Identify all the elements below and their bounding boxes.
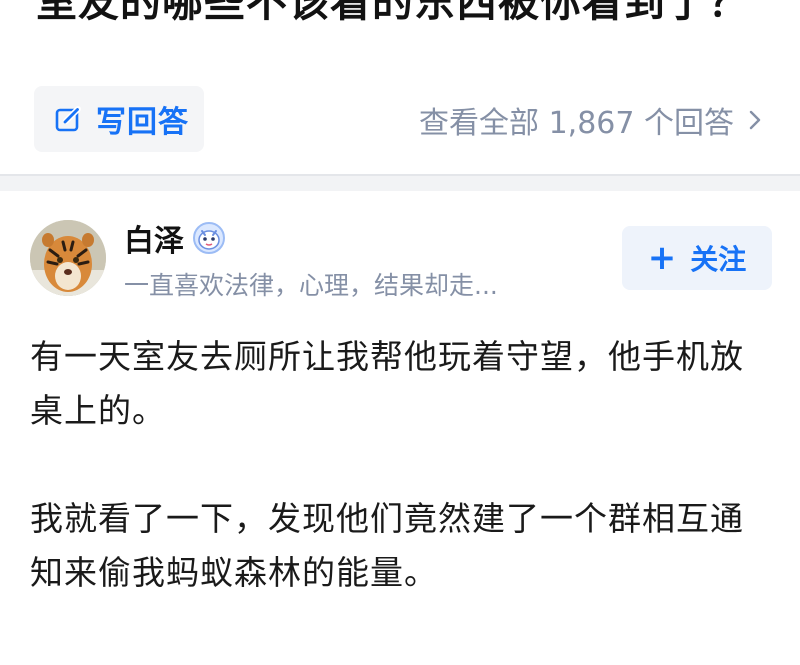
chevron-right-icon	[748, 109, 762, 131]
answer-paragraph: 我就看了一下，发现他们竟然建了一个群相互通知来偷我蚂蚁森林的能量。	[30, 499, 744, 592]
answer-content[interactable]: 有一天室友去厕所让我帮他玩着守望，他手机放桌上的。 我就看了一下，发现他们竟然建…	[30, 330, 770, 600]
follow-label: 关注	[690, 243, 747, 276]
plus-icon: +	[647, 238, 677, 278]
author-avatar[interactable]	[30, 220, 106, 296]
verified-badge-icon	[192, 221, 226, 255]
section-divider	[0, 174, 800, 191]
author-name-row[interactable]: 白泽	[124, 216, 226, 260]
tiger-avatar-image	[30, 220, 106, 296]
author-name: 白泽	[124, 224, 184, 259]
author-bio: 一直喜欢法律，心理，结果却走...	[124, 271, 498, 300]
follow-button[interactable]: + 关注	[622, 226, 772, 290]
write-answer-button[interactable]: 写回答	[34, 86, 204, 152]
write-answer-label: 写回答	[96, 105, 189, 140]
edit-icon	[54, 105, 82, 133]
view-all-answers-label: 查看全部 1,867 个回答	[419, 106, 734, 141]
answer-paragraph: 有一天室友去厕所让我帮他玩着守望，他手机放桌上的。	[30, 337, 744, 430]
view-all-answers-link[interactable]: 查看全部 1,867 个回答	[419, 96, 762, 144]
question-title: 室友的哪些不该看的东西被你看到了？	[36, 0, 750, 26]
